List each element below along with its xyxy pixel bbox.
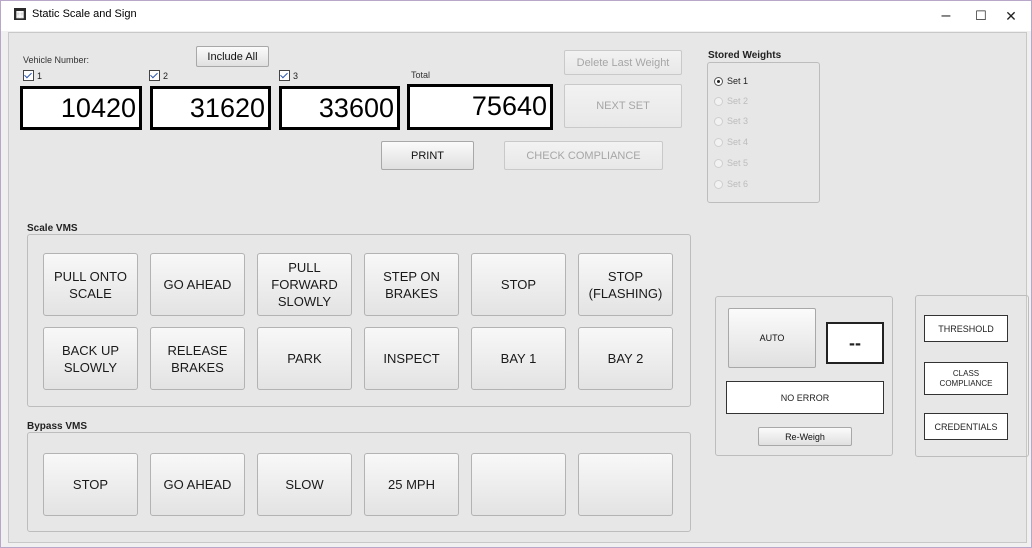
check-icon xyxy=(23,70,34,81)
radio-icon xyxy=(714,180,723,189)
bypass-slow-button[interactable]: SLOW xyxy=(257,453,352,516)
set-6-radio[interactable]: Set 6 xyxy=(714,179,748,189)
radio-icon xyxy=(714,138,723,147)
auto-display: -- xyxy=(826,322,884,364)
axle-3-checkbox[interactable]: 3 xyxy=(279,70,298,81)
main-content: Vehicle Number: Include All 1 2 3 Total … xyxy=(8,32,1029,543)
app-icon: ▦ xyxy=(14,8,26,20)
radio-icon xyxy=(714,117,723,126)
vehicle-number-label: Vehicle Number: xyxy=(23,55,90,65)
class-compliance-button[interactable]: CLASS COMPLIANCE xyxy=(924,362,1008,395)
error-status: NO ERROR xyxy=(726,381,884,414)
axle-2-checkbox[interactable]: 2 xyxy=(149,70,168,81)
check-compliance-button[interactable]: CHECK COMPLIANCE xyxy=(504,141,663,170)
set-6-label: Set 6 xyxy=(727,179,749,189)
bypass-empty-button-6[interactable] xyxy=(578,453,673,516)
auto-button[interactable]: AUTO xyxy=(728,308,816,368)
next-set-button[interactable]: NEXT SET xyxy=(564,84,682,128)
bypass-empty-button-5[interactable] xyxy=(471,453,566,516)
reweigh-button[interactable]: Re-Weigh xyxy=(758,427,852,446)
bypass-stop-button[interactable]: STOP xyxy=(43,453,138,516)
set-1-label: Set 1 xyxy=(727,76,749,86)
vms-stop-button[interactable]: STOP xyxy=(471,253,566,316)
bypass-25-mph-button[interactable]: 25 MPH xyxy=(364,453,459,516)
set-2-label: Set 2 xyxy=(727,96,749,106)
vms-back-up-slowly-button[interactable]: BACK UP SLOWLY xyxy=(43,327,138,390)
include-all-button[interactable]: Include All xyxy=(196,46,269,67)
app-window: ▦ Static Scale and Sign – ☐ ✕ Vehicle Nu… xyxy=(0,0,1032,548)
title-bar[interactable]: ▦ Static Scale and Sign – ☐ ✕ xyxy=(1,1,1031,31)
delete-last-weight-button[interactable]: Delete Last Weight xyxy=(564,50,682,75)
vms-stop-flashing-button[interactable]: STOP (FLASHING) xyxy=(578,253,673,316)
set-1-radio[interactable]: Set 1 xyxy=(714,76,748,86)
bypass-vms-title: Bypass VMS xyxy=(27,421,88,432)
window-title: Static Scale and Sign xyxy=(32,8,137,20)
total-weight: 75640 xyxy=(407,84,553,130)
check-icon xyxy=(149,70,160,81)
set-2-radio[interactable]: Set 2 xyxy=(714,96,748,106)
print-button[interactable]: PRINT xyxy=(381,141,474,170)
radio-icon xyxy=(714,77,723,86)
set-5-label: Set 5 xyxy=(727,158,749,168)
set-4-label: Set 4 xyxy=(727,137,749,147)
axle-1-checkbox[interactable]: 1 xyxy=(23,70,42,81)
axle-2-weight: 31620 xyxy=(150,86,271,130)
vms-pull-onto-scale-button[interactable]: PULL ONTO SCALE xyxy=(43,253,138,316)
vms-park-button[interactable]: PARK xyxy=(257,327,352,390)
vms-bay-1-button[interactable]: BAY 1 xyxy=(471,327,566,390)
axle-3-weight: 33600 xyxy=(279,86,400,130)
scale-vms-title: Scale VMS xyxy=(27,223,78,234)
axle-3-label: 3 xyxy=(293,71,299,81)
vms-go-ahead-button[interactable]: GO AHEAD xyxy=(150,253,245,316)
credentials-button[interactable]: CREDENTIALS xyxy=(924,413,1008,440)
minimize-button[interactable]: – xyxy=(931,5,961,27)
total-label: Total xyxy=(411,70,431,80)
axle-2-label: 2 xyxy=(163,71,169,81)
threshold-button[interactable]: THRESHOLD xyxy=(924,315,1008,342)
axle-1-label: 1 xyxy=(37,71,43,81)
vms-release-brakes-button[interactable]: RELEASE BRAKES xyxy=(150,327,245,390)
close-button[interactable]: ✕ xyxy=(996,5,1026,27)
set-5-radio[interactable]: Set 5 xyxy=(714,158,748,168)
stored-weights-title: Stored Weights xyxy=(708,50,782,61)
set-4-radio[interactable]: Set 4 xyxy=(714,137,748,147)
vms-inspect-button[interactable]: INSPECT xyxy=(364,327,459,390)
set-3-radio[interactable]: Set 3 xyxy=(714,116,748,126)
radio-icon xyxy=(714,97,723,106)
set-3-label: Set 3 xyxy=(727,116,749,126)
axle-1-weight: 10420 xyxy=(20,86,142,130)
vms-bay-2-button[interactable]: BAY 2 xyxy=(578,327,673,390)
maximize-button[interactable]: ☐ xyxy=(966,5,996,27)
vms-step-on-brakes-button[interactable]: STEP ON BRAKES xyxy=(364,253,459,316)
radio-icon xyxy=(714,159,723,168)
vms-pull-forward-slowly-button[interactable]: PULL FORWARD SLOWLY xyxy=(257,253,352,316)
bypass-go-ahead-button[interactable]: GO AHEAD xyxy=(150,453,245,516)
check-icon xyxy=(279,70,290,81)
